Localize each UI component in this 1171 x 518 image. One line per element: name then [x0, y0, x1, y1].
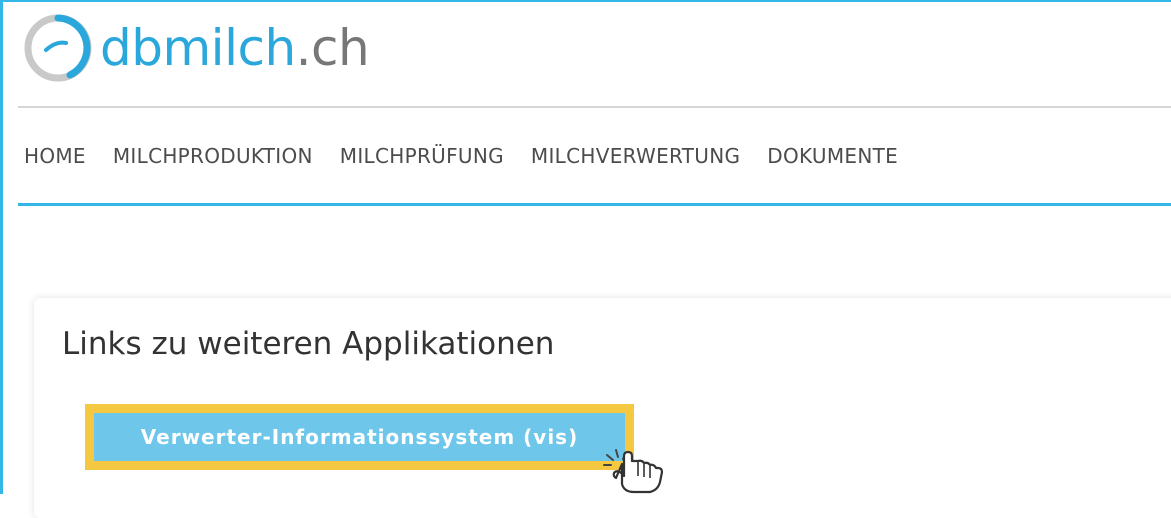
site-logo[interactable]: dbmilch.ch — [20, 10, 370, 85]
logo-brand-text: dbmilch — [100, 18, 296, 77]
logo-wordmark: dbmilch.ch — [100, 23, 370, 73]
header-divider — [18, 106, 1171, 108]
hand-pointer-click-icon — [603, 449, 664, 494]
nav-item-milchpruefung[interactable]: MILCHPRÜFUNG — [340, 144, 504, 168]
nav-item-milchproduktion[interactable]: MILCHPRODUKTION — [113, 144, 313, 168]
vis-app-button[interactable]: Verwerter-Informationssystem (vis) — [94, 413, 625, 461]
dbmilch-logo-icon — [24, 14, 92, 81]
card-title: Links zu weiteren Applikationen — [62, 326, 555, 362]
nav-item-home[interactable]: HOME — [24, 144, 86, 168]
nav-underline — [18, 203, 1171, 206]
nav-item-milchverwertung[interactable]: MILCHVERWERTUNG — [531, 144, 740, 168]
main-navigation: HOME MILCHPRODUKTION MILCHPRÜFUNG MILCHV… — [24, 144, 898, 168]
nav-item-dokumente[interactable]: DOKUMENTE — [767, 144, 898, 168]
button-highlight-frame: Verwerter-Informationssystem (vis) — [85, 404, 634, 470]
logo-tld-text: .ch — [295, 18, 370, 77]
